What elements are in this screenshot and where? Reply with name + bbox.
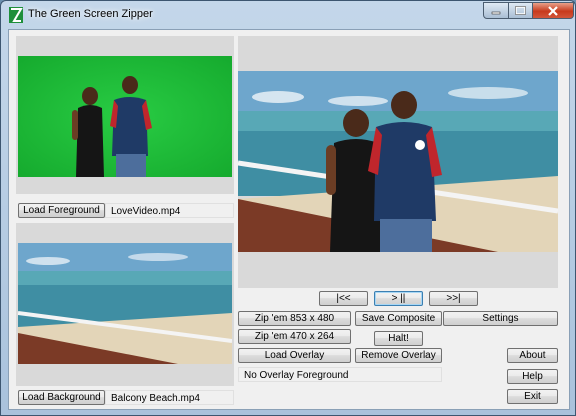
remove-overlay-button[interactable]: Remove Overlay bbox=[355, 348, 442, 363]
settings-button[interactable]: Settings bbox=[443, 311, 558, 326]
first-frame-button[interactable]: |<< bbox=[319, 291, 368, 306]
load-background-button[interactable]: Load Background bbox=[18, 390, 105, 405]
play-pause-button[interactable]: > || bbox=[374, 291, 423, 306]
close-icon bbox=[548, 5, 558, 16]
load-overlay-button[interactable]: Load Overlay bbox=[238, 348, 351, 363]
maximize-button[interactable] bbox=[508, 2, 533, 19]
save-composite-button[interactable]: Save Composite bbox=[355, 311, 442, 326]
composite-preview bbox=[238, 71, 558, 252]
window-title: The Green Screen Zipper bbox=[28, 8, 153, 20]
help-button[interactable]: Help bbox=[507, 369, 558, 384]
foreground-preview bbox=[18, 56, 232, 177]
zip-853x480-button[interactable]: Zip 'em 853 x 480 bbox=[238, 311, 351, 326]
zip-470x264-button[interactable]: Zip 'em 470 x 264 bbox=[238, 329, 351, 344]
halt-button[interactable]: Halt! bbox=[374, 331, 423, 346]
zipper-app-icon bbox=[9, 7, 23, 23]
last-frame-button[interactable]: >>| bbox=[429, 291, 478, 306]
minimize-icon bbox=[491, 11, 501, 14]
exit-button[interactable]: Exit bbox=[507, 389, 558, 404]
title-bar[interactable]: The Green Screen Zipper bbox=[1, 1, 575, 29]
foreground-file-name: LoveVideo.mp4 bbox=[105, 203, 234, 218]
composite-panel bbox=[238, 36, 558, 288]
foreground-panel bbox=[16, 36, 234, 194]
background-preview bbox=[18, 243, 232, 364]
app-window: The Green Screen Zipper Load Foreground … bbox=[0, 0, 576, 416]
maximize-icon bbox=[515, 6, 526, 15]
close-button[interactable] bbox=[532, 2, 574, 19]
overlay-status: No Overlay Foreground bbox=[238, 367, 442, 382]
client-area: Load Foreground LoveVideo.mp4 Load Backg… bbox=[8, 29, 570, 410]
minimize-button[interactable] bbox=[483, 2, 509, 19]
about-button[interactable]: About bbox=[507, 348, 558, 363]
background-panel bbox=[16, 223, 234, 386]
background-file-name: Balcony Beach.mp4 bbox=[105, 390, 234, 405]
load-foreground-button[interactable]: Load Foreground bbox=[18, 203, 105, 218]
